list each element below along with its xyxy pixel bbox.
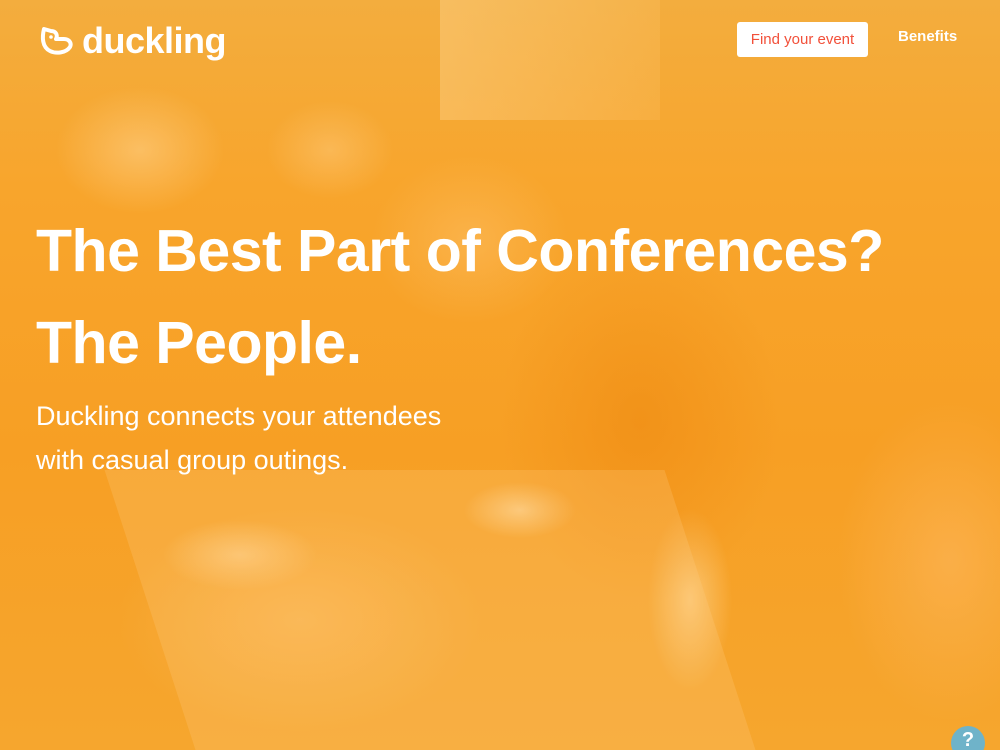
logo-link[interactable]: duckling [36,20,227,62]
help-icon: ? [961,729,975,750]
hero-subheadline: Duckling connects your attendees with ca… [36,394,596,482]
site-header: duckling Find your event Benefits [0,0,1000,80]
benefits-link[interactable]: Benefits [898,28,957,45]
duckling-logo-icon [40,27,73,55]
headline-line-2: The People. [36,310,362,376]
headline-line-1: The Best Part of Conferences? [36,218,884,284]
brand-name: duckling [82,20,227,61]
background-table [104,470,756,750]
hero-headline: The Best Part of Conferences? The People… [36,205,976,389]
find-your-event-button[interactable]: Find your event [737,22,868,57]
subhead-line-2: with casual group outings. [36,445,349,475]
subhead-line-1: Duckling connects your attendees [36,401,442,431]
